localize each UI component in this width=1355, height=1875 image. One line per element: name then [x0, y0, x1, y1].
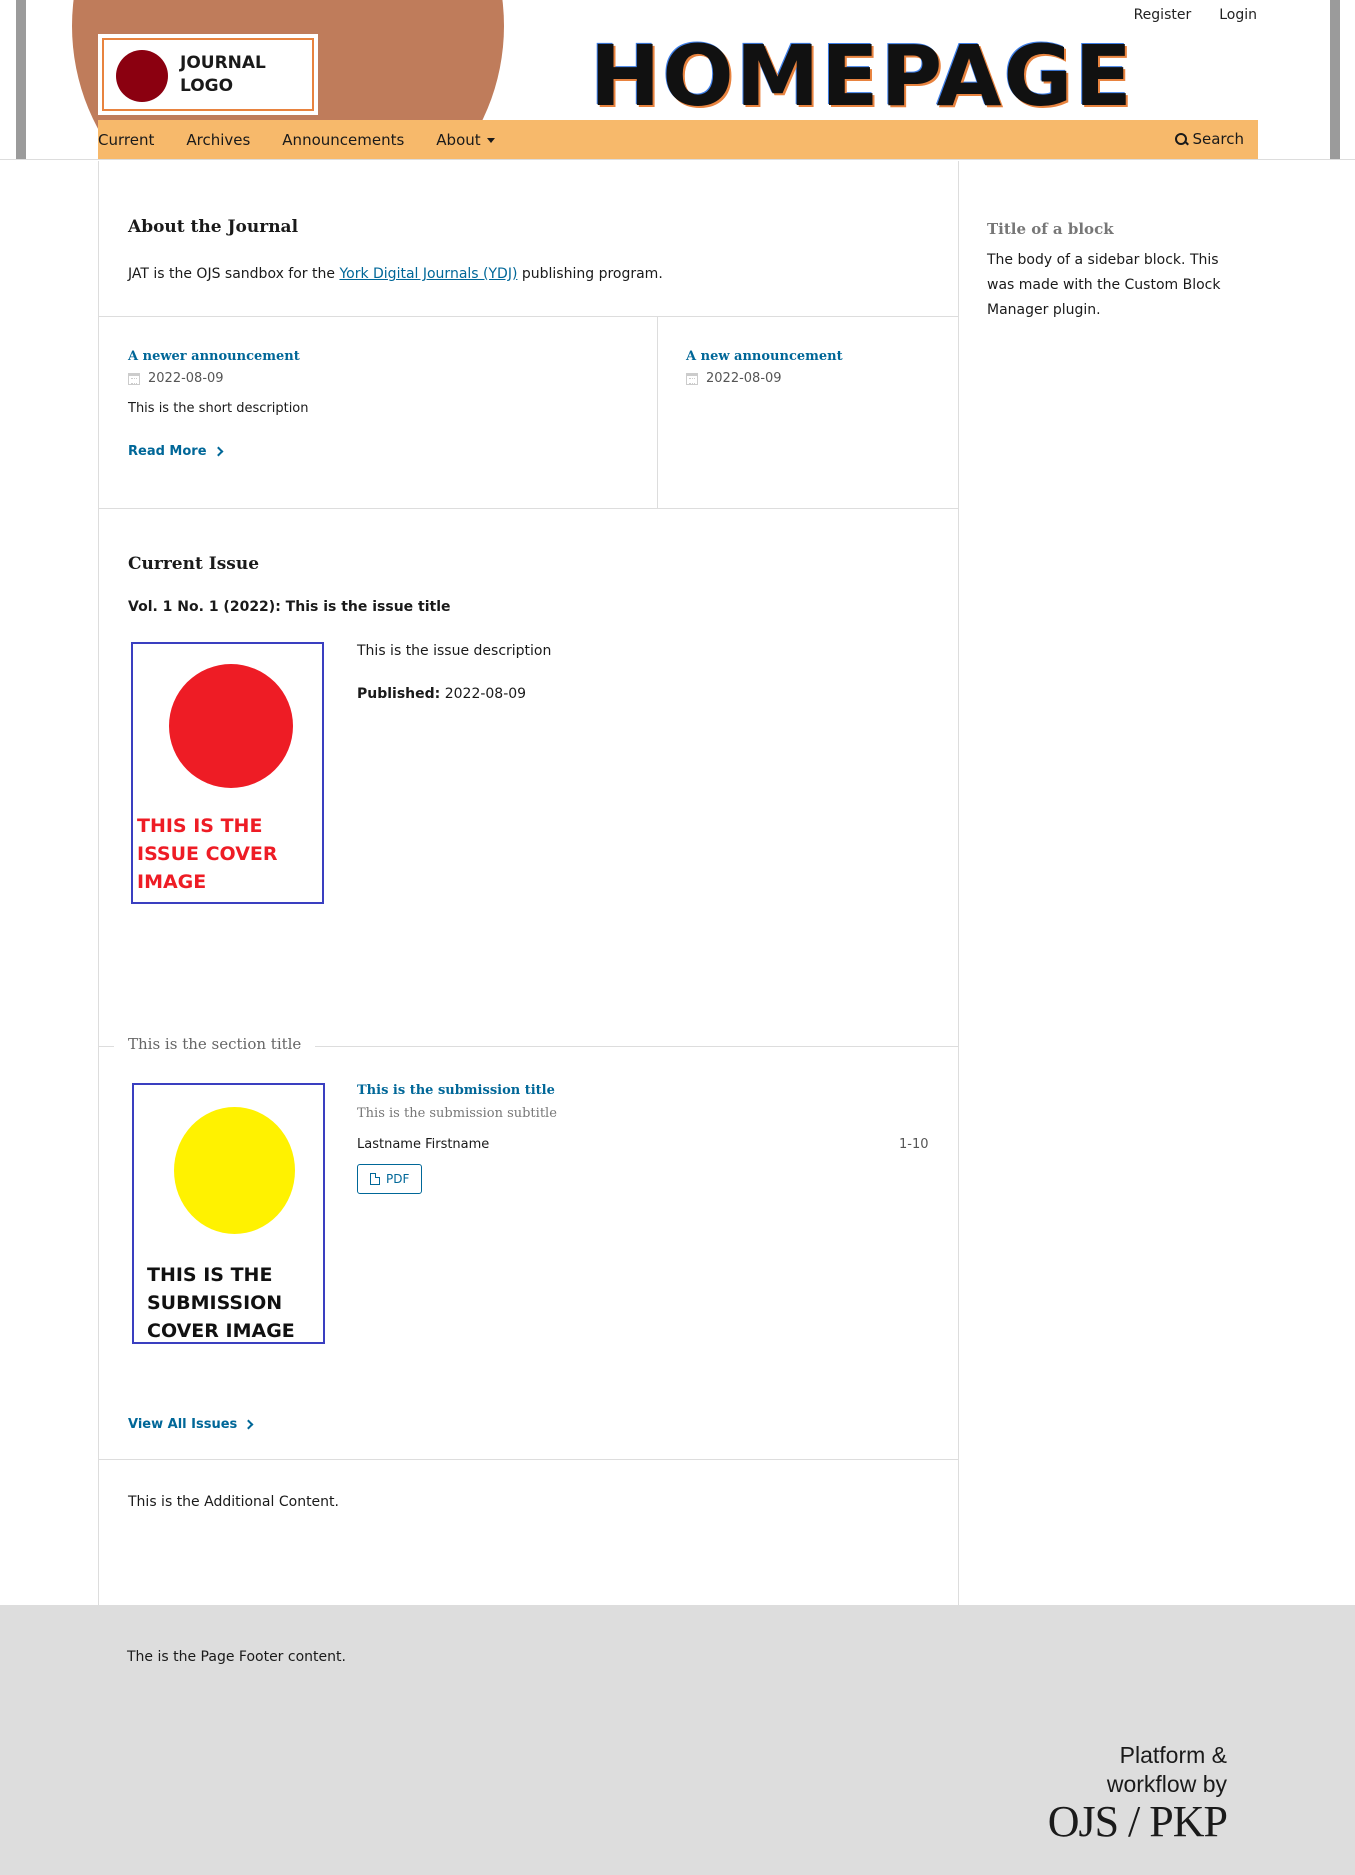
announcement-title[interactable]: A newer announcement [128, 349, 628, 364]
current-issue-heading: Current Issue [128, 554, 260, 574]
published-date: 2022-08-09 [444, 686, 527, 702]
site-header: JOURNAL LOGO HOMEPAGE Register Login Cur… [0, 0, 1355, 160]
announcement-date-value: 2022-08-09 [706, 371, 782, 386]
sidebar-block-title: Title of a block [987, 220, 1114, 238]
about-text-after: publishing program. [517, 266, 663, 282]
homepage-banner-text: HOMEPAGE [590, 27, 1134, 125]
logo-text: JOURNAL LOGO [180, 53, 266, 96]
primary-nav: Current Archives Announcements About Sea… [98, 120, 1258, 159]
main-content: About the Journal JAT is the OJS sandbox… [98, 161, 959, 1605]
pdf-label: PDF [386, 1172, 410, 1186]
pdf-file-icon [370, 1173, 380, 1185]
pkp-line-1: Platform & [1119, 1742, 1227, 1768]
announcement-date: 2022-08-09 [128, 371, 628, 386]
issue-cover-circle [169, 664, 293, 788]
sidebar-block: Title of a block The body of a sidebar b… [987, 220, 1227, 323]
announcement-item: A new announcement 2022-08-09 [686, 349, 936, 386]
about-text: JAT is the OJS sandbox for the York Digi… [128, 263, 928, 285]
announcement-date: 2022-08-09 [686, 371, 936, 386]
sidebar-block-body: The body of a sidebar block. This was ma… [987, 252, 1221, 318]
issue-published: Published: 2022-08-09 [357, 683, 526, 705]
search-label: Search [1192, 130, 1244, 148]
issue-cover-image[interactable]: THIS IS THE ISSUE COVER IMAGE [131, 642, 324, 904]
pkp-brand-link[interactable]: Platform & workflow by OJS / PKP [1047, 1741, 1228, 1846]
submission-authors: Lastname Firstname [357, 1137, 490, 1152]
submission-pages: 1-10 [899, 1137, 929, 1152]
announcement-divider [657, 316, 658, 508]
chevron-right-icon [213, 446, 223, 457]
published-label: Published: [357, 686, 441, 702]
login-link[interactable]: Login [1219, 7, 1257, 23]
about-heading: About the Journal [128, 217, 299, 237]
submission-cover-circle [174, 1107, 295, 1234]
submission-subtitle: This is the submission subtitle [357, 1106, 557, 1121]
divider [99, 508, 958, 509]
pkp-line-2: workflow by [1106, 1771, 1227, 1797]
divider [99, 1459, 958, 1460]
header-left-bar [16, 0, 26, 159]
page-footer: The is the Page Footer content. Platform… [0, 1605, 1355, 1875]
view-all-issues-link[interactable]: View All Issues [128, 1417, 254, 1432]
read-more-link[interactable]: Read More [128, 444, 628, 459]
calendar-icon [128, 372, 140, 385]
user-nav: Register Login [1134, 7, 1257, 23]
about-text-before: JAT is the OJS sandbox for the [128, 266, 340, 282]
logo-frame: JOURNAL LOGO [102, 38, 314, 111]
read-more-label: Read More [128, 444, 207, 459]
nav-item-announcements[interactable]: Announcements [282, 131, 404, 149]
footer-text: The is the Page Footer content. [127, 1649, 346, 1665]
nav-item-about[interactable]: About [436, 131, 495, 149]
search-icon [1175, 132, 1188, 146]
view-all-issues-label: View All Issues [128, 1417, 238, 1432]
submission-cover-text: THIS IS THE SUBMISSION COVER IMAGE [147, 1264, 295, 1342]
nav-item-current[interactable]: Current [98, 131, 154, 149]
submission-cover-image[interactable]: THIS IS THE SUBMISSION COVER IMAGE [132, 1083, 325, 1344]
section-title: This is the section title [114, 1035, 316, 1053]
issue-description: This is the issue description [357, 643, 552, 659]
register-link[interactable]: Register [1134, 7, 1192, 23]
issue-cover-text: THIS IS THE ISSUE COVER IMAGE [137, 815, 278, 893]
announcement-title[interactable]: A new announcement [686, 349, 936, 364]
additional-content: This is the Additional Content. [128, 1494, 339, 1510]
ojs-pkp-logo: OJS / PKP [1047, 1797, 1228, 1846]
journal-logo[interactable]: JOURNAL LOGO [98, 34, 318, 115]
announcement-description: This is the short description [128, 401, 309, 416]
pdf-galley-button[interactable]: PDF [357, 1164, 423, 1194]
ydj-link[interactable]: York Digital Journals (YDJ) [339, 266, 517, 282]
search-link[interactable]: Search [1175, 130, 1244, 148]
divider [99, 316, 958, 317]
header-right-bar [1330, 0, 1340, 159]
announcement-date-value: 2022-08-09 [148, 371, 224, 386]
nav-item-archives[interactable]: Archives [186, 131, 250, 149]
calendar-icon [686, 372, 698, 385]
caret-down-icon [486, 138, 495, 143]
nav-item-about-label: About [436, 131, 481, 149]
announcement-item: A newer announcement 2022-08-09 This is … [128, 349, 628, 459]
submission-title[interactable]: This is the submission title [357, 1083, 555, 1098]
logo-dot-icon [116, 50, 168, 102]
issue-title[interactable]: Vol. 1 No. 1 (2022): This is the issue t… [128, 599, 451, 615]
chevron-right-icon [243, 1419, 254, 1430]
